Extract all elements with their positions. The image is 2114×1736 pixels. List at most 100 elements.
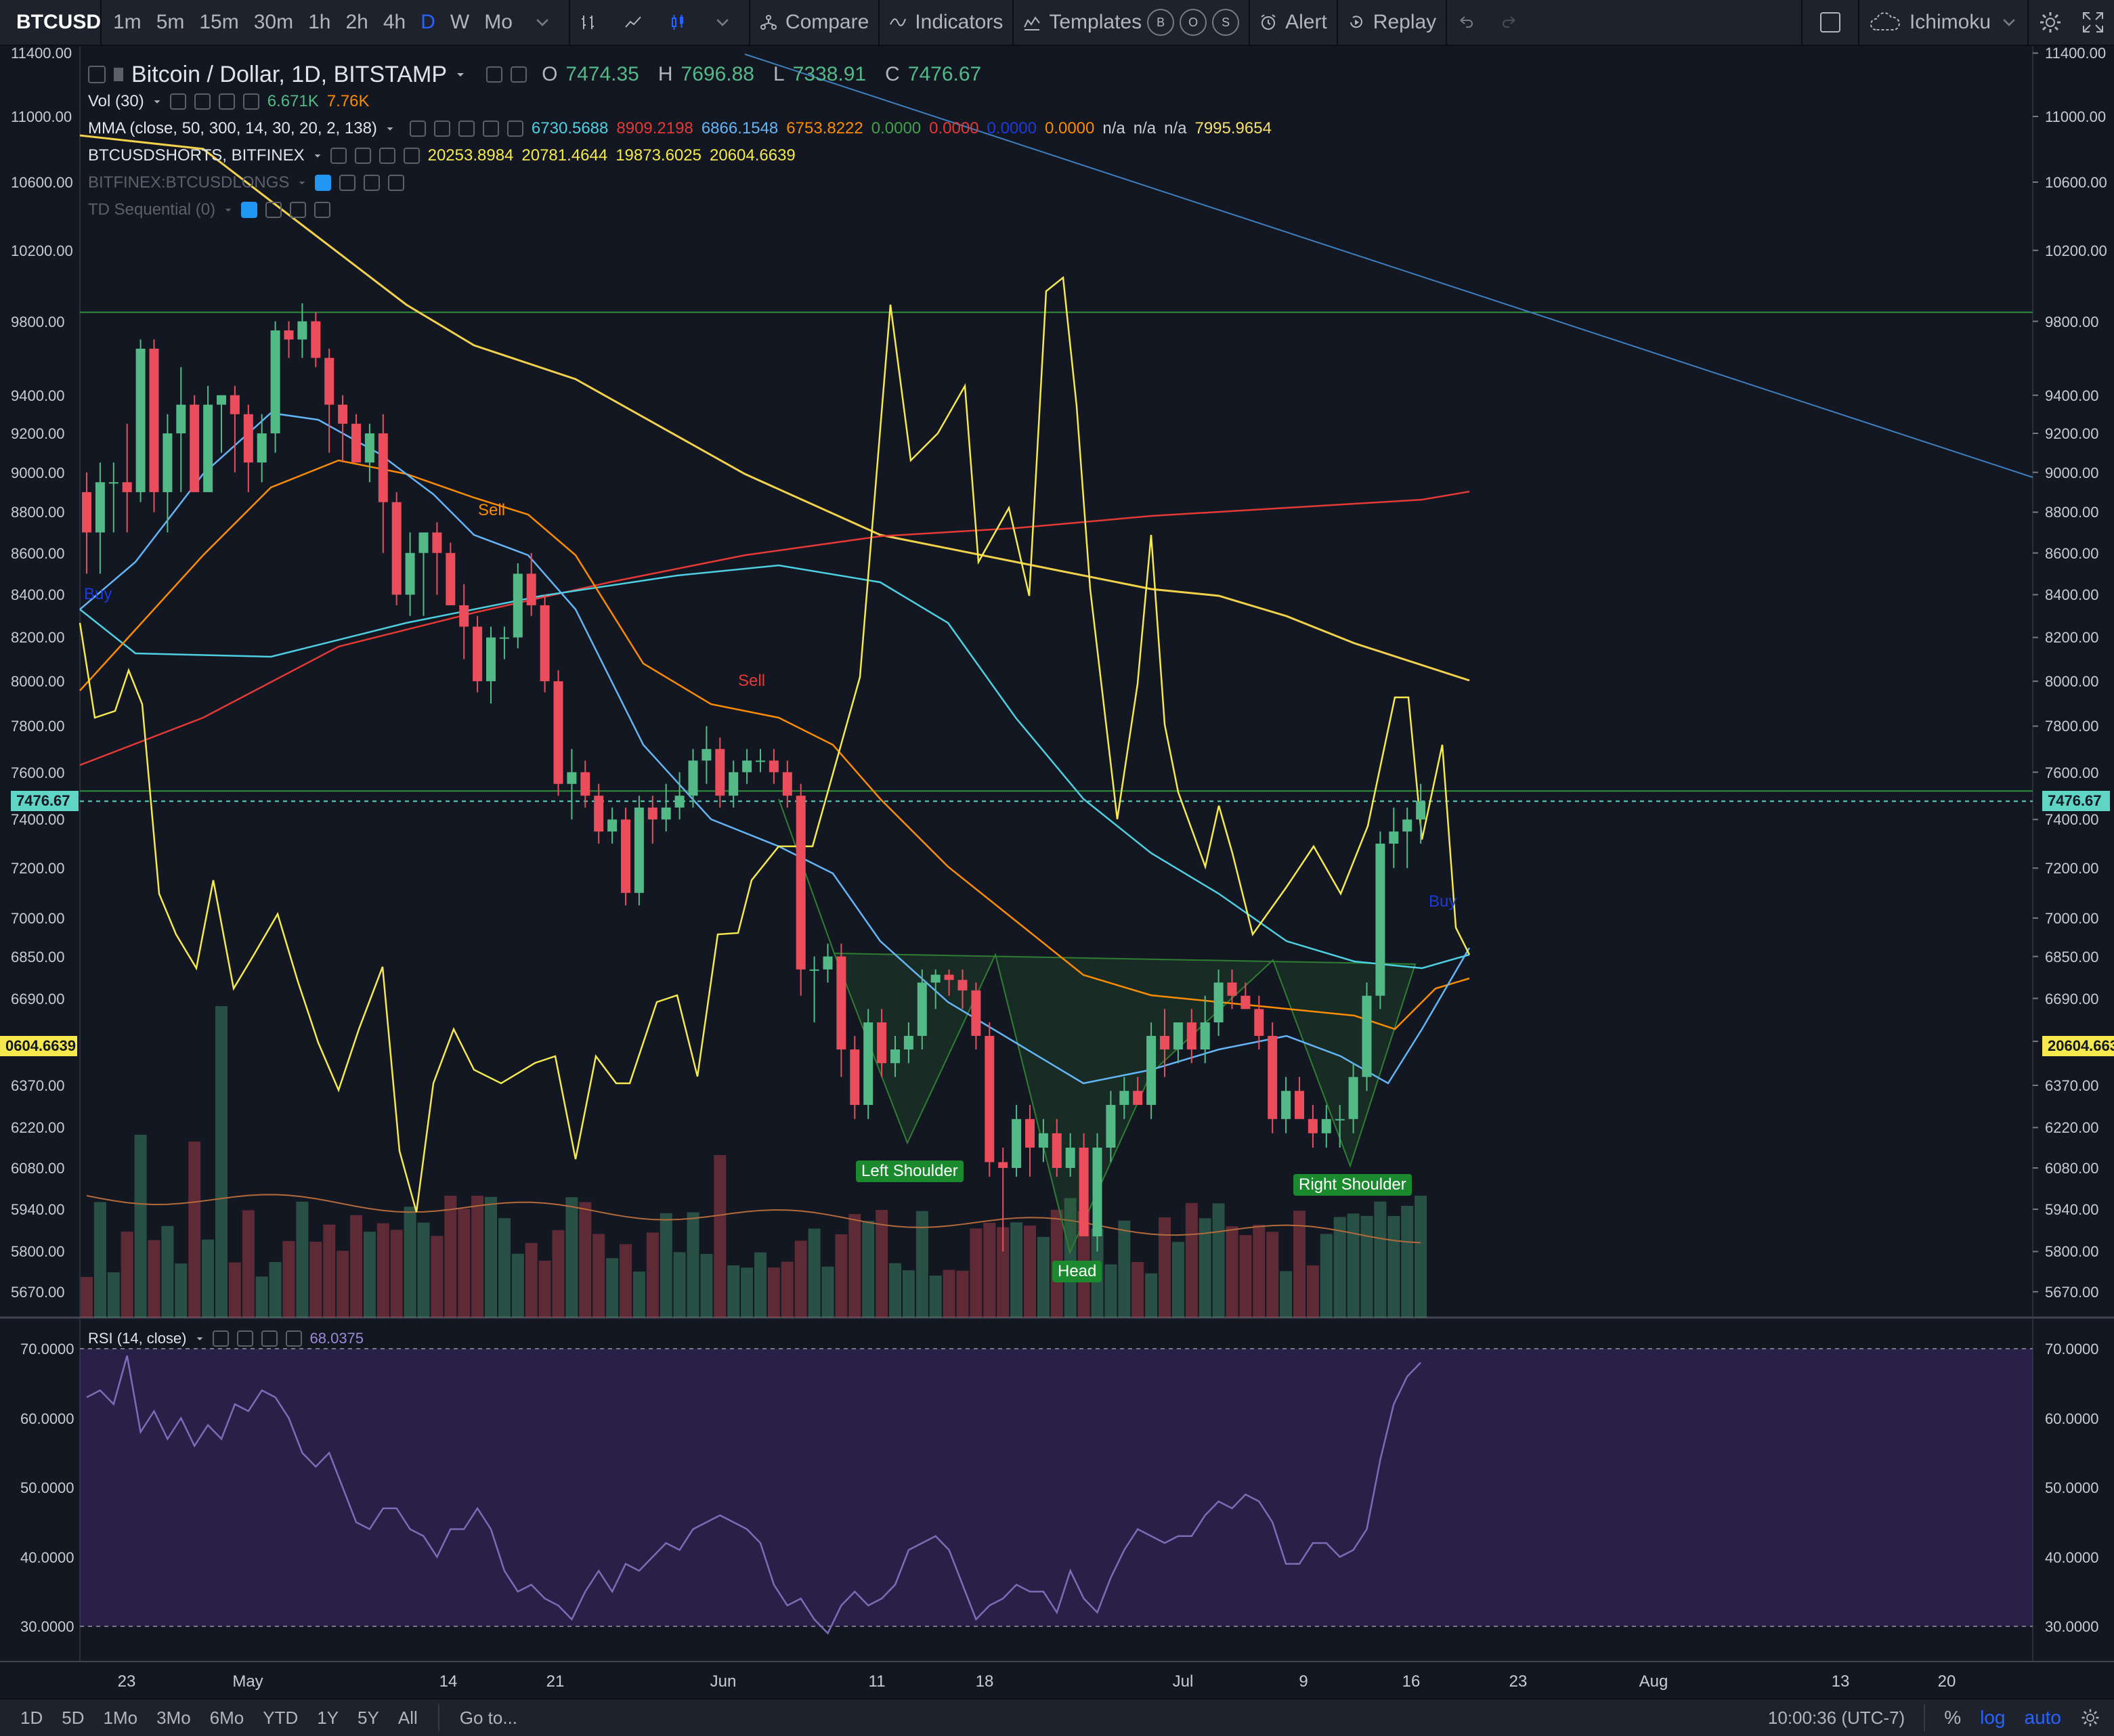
range-1mo[interactable]: 1Mo [94, 1708, 148, 1729]
interval-1m[interactable]: 1m [106, 0, 149, 45]
range-5y[interactable]: 5Y [348, 1708, 389, 1729]
eye-icon[interactable] [330, 148, 347, 164]
redo-button[interactable] [1492, 0, 1536, 45]
eye-icon[interactable] [486, 66, 503, 83]
settings-icon[interactable] [354, 148, 371, 164]
chevron-down-icon[interactable] [195, 1334, 204, 1343]
close-icon[interactable] [285, 1330, 302, 1347]
volume-label[interactable]: Vol (30) [88, 92, 144, 111]
chevron-down-icon[interactable] [313, 151, 322, 160]
settings-icon[interactable] [511, 66, 527, 83]
td-label[interactable]: TD Sequential (0) [88, 200, 215, 219]
longs-label[interactable]: BITFINEX:BTCUSDLONGS [88, 173, 289, 192]
range-5d[interactable]: 5D [52, 1708, 93, 1729]
candle-body [149, 348, 159, 492]
bar-style-button[interactable] [570, 0, 615, 45]
settings-icon[interactable] [433, 121, 450, 137]
chevron-down-icon[interactable] [152, 97, 162, 106]
collapse-icon[interactable] [88, 66, 106, 83]
auto-scale-toggle[interactable]: auto [2025, 1707, 2062, 1729]
candle-body [580, 772, 590, 796]
volume-bar [148, 1240, 160, 1318]
rsi-label[interactable]: RSI (14, close) [88, 1330, 187, 1347]
plus-icon[interactable] [290, 202, 307, 218]
time-tick: 21 [546, 1672, 565, 1691]
right-shoulder-label[interactable]: Right Shoulder [1293, 1174, 1412, 1196]
head-label[interactable]: Head [1052, 1261, 1102, 1282]
alert-button[interactable]: Alert [1250, 0, 1337, 45]
range-1y[interactable]: 1Y [307, 1708, 348, 1729]
source-icon[interactable] [458, 121, 475, 137]
candle-body [311, 321, 321, 358]
fullscreen-layout-button[interactable] [1803, 0, 1858, 45]
interval-d[interactable]: D [413, 0, 443, 45]
sell-badge[interactable]: S [1212, 9, 1240, 36]
interval-15m[interactable]: 15m [192, 0, 246, 45]
eye-icon[interactable] [409, 121, 426, 137]
plus-icon[interactable] [261, 1330, 278, 1347]
templates-button[interactable]: Templates B O S [1014, 0, 1249, 45]
shorts-price-tag-right: 20604.6639 [2042, 1036, 2114, 1056]
plus-icon[interactable] [482, 121, 499, 137]
settings-icon[interactable] [339, 175, 356, 191]
replay-button[interactable]: Replay [1338, 0, 1446, 45]
plus-icon[interactable] [379, 148, 395, 164]
interval-2h[interactable]: 2h [338, 0, 375, 45]
eye-off-icon[interactable] [315, 175, 332, 191]
gear-icon[interactable] [2080, 1708, 2100, 1728]
range-all[interactable]: All [389, 1708, 427, 1729]
eye-off-icon[interactable] [241, 202, 258, 218]
layout-selector-button[interactable]: Ichimoku [1859, 0, 2027, 45]
chevron-down-icon[interactable] [297, 178, 307, 188]
goto-button[interactable]: Go to... [450, 1708, 527, 1729]
shorts-label[interactable]: BTCUSDSHORTS, BITFINEX [88, 146, 305, 165]
settings-icon[interactable] [194, 93, 211, 110]
settings-icon[interactable] [236, 1330, 253, 1347]
candle-style-button[interactable] [660, 0, 704, 45]
interval-5m[interactable]: 5m [149, 0, 192, 45]
mma-label[interactable]: MMA (close, 50, 300, 14, 30, 20, 2, 138) [88, 119, 377, 138]
plus-icon[interactable] [218, 93, 235, 110]
settings-button[interactable] [2029, 0, 2072, 45]
chevron-down-icon[interactable] [223, 205, 233, 215]
percent-scale-toggle[interactable]: % [1944, 1707, 1961, 1729]
eye-icon[interactable] [169, 93, 186, 110]
close-icon[interactable] [388, 175, 405, 191]
interval-1h[interactable]: 1h [301, 0, 338, 45]
chevron-down-icon[interactable] [455, 69, 466, 80]
range-3mo[interactable]: 3Mo [147, 1708, 200, 1729]
symbol-search-button[interactable]: BTCUSD [0, 0, 102, 45]
plus-icon[interactable] [364, 175, 381, 191]
open-badge[interactable]: O [1180, 9, 1207, 36]
line-style-button[interactable] [615, 0, 660, 45]
candle-body [998, 1162, 1008, 1168]
interval-mo[interactable]: Mo [477, 0, 520, 45]
candle-body [944, 974, 954, 980]
price-chart[interactable] [0, 46, 2114, 1698]
settings-icon[interactable] [265, 202, 282, 218]
close-icon[interactable] [242, 93, 259, 110]
candle-body [1173, 1022, 1183, 1050]
chart-style-dropdown[interactable] [704, 0, 749, 45]
interval-dropdown-button[interactable] [524, 0, 569, 45]
interval-w[interactable]: W [443, 0, 477, 45]
compare-button[interactable]: Compare [750, 0, 878, 45]
range-ytd[interactable]: YTD [253, 1708, 307, 1729]
close-icon[interactable] [314, 202, 331, 218]
chevron-down-icon[interactable] [385, 124, 395, 133]
left-shoulder-label[interactable]: Left Shoulder [856, 1160, 964, 1182]
log-scale-toggle[interactable]: log [1980, 1707, 2005, 1729]
close-icon[interactable] [403, 148, 420, 164]
clock-display[interactable]: 10:00:36 (UTC-7) [1768, 1708, 1905, 1729]
buy-badge[interactable]: B [1147, 9, 1175, 36]
indicators-button[interactable]: Indicators [880, 0, 1012, 45]
interval-30m[interactable]: 30m [246, 0, 301, 45]
eye-icon[interactable] [212, 1330, 229, 1347]
series-title[interactable]: Bitcoin / Dollar, 1D, BITSTAMP [131, 62, 447, 88]
interval-4h[interactable]: 4h [376, 0, 413, 45]
close-icon[interactable] [506, 121, 523, 137]
range-6mo[interactable]: 6Mo [200, 1708, 254, 1729]
range-1d[interactable]: 1D [11, 1708, 52, 1729]
undo-button[interactable] [1447, 0, 1492, 45]
fullscreen-button[interactable] [2072, 0, 2114, 45]
